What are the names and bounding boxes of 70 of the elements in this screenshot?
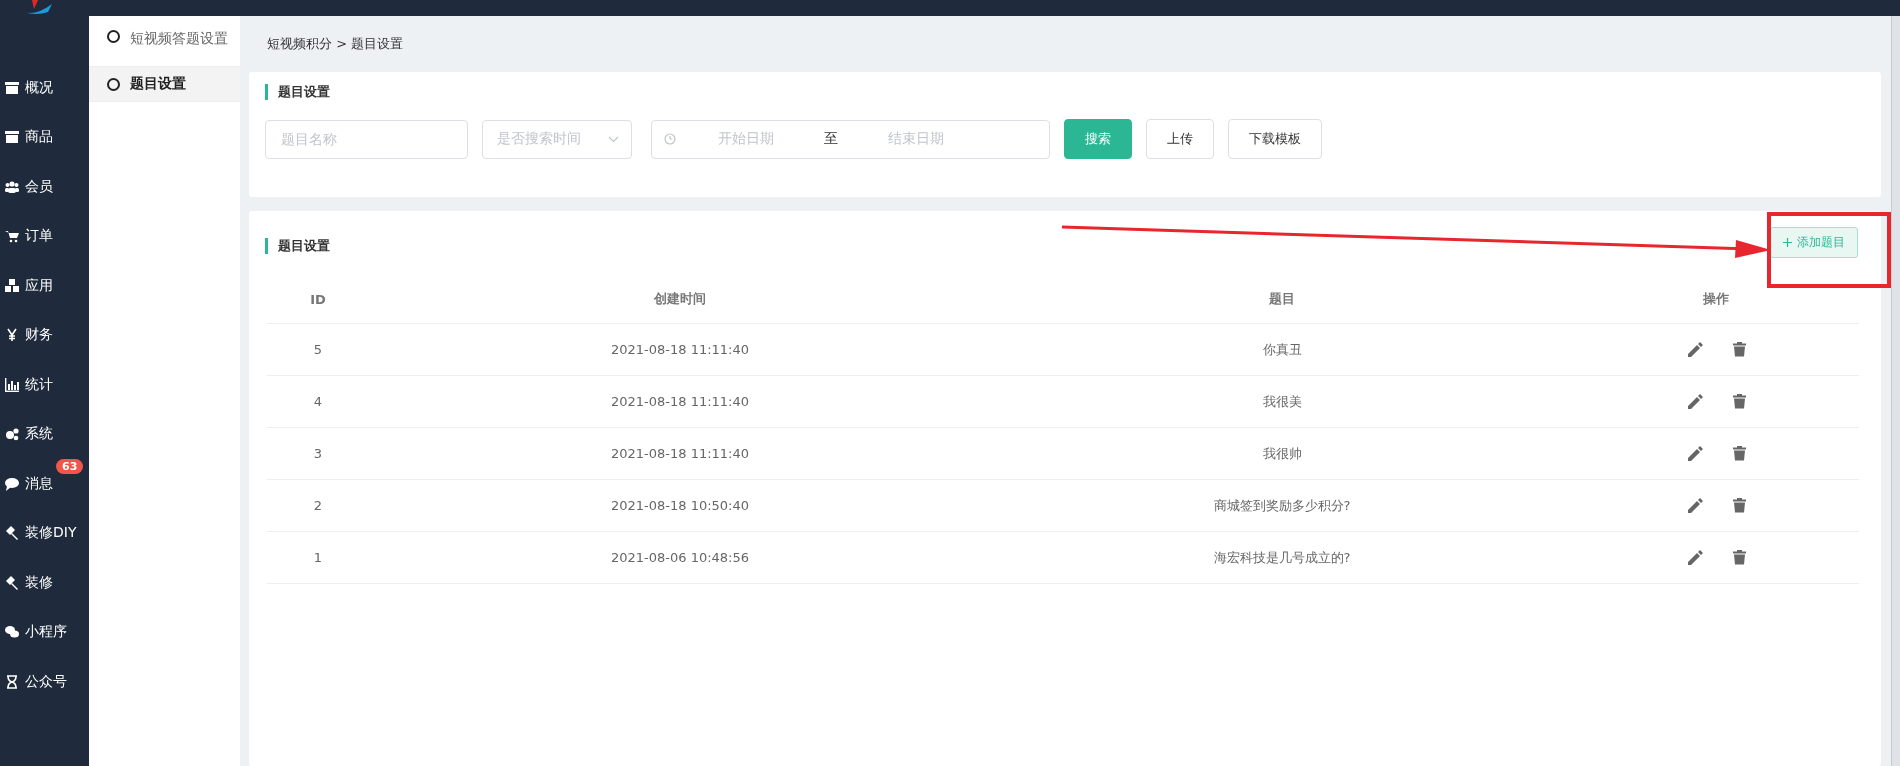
wechat-icon <box>5 625 19 640</box>
chart-icon <box>5 377 19 392</box>
edit-icon[interactable] <box>1686 341 1703 358</box>
circle-icon <box>107 30 120 43</box>
table-cell: 3 <box>313 446 323 461</box>
nav-item[interactable]: 消息 63 <box>0 459 89 509</box>
column-header: 创建时间 <box>654 291 706 306</box>
nav-item[interactable]: 系统 <box>0 409 89 459</box>
submenu-item[interactable]: 题目设置 <box>89 66 240 102</box>
circle-icon <box>107 77 120 91</box>
action-button[interactable]: 上传 <box>1146 119 1214 159</box>
action-button[interactable]: 下载模板 <box>1228 119 1322 159</box>
column-header: ID <box>310 291 326 307</box>
table-cell: 你真丑 <box>1262 341 1302 357</box>
nav-item[interactable]: 统计 <box>0 360 89 410</box>
table-cell: 海宏科技是几号成立的? <box>1213 549 1351 565</box>
hammer-icon <box>5 575 19 590</box>
nav-item[interactable]: 装修DIY <box>0 508 89 558</box>
edit-icon[interactable] <box>1686 393 1703 410</box>
nav-item[interactable]: 应用 <box>0 261 89 311</box>
table-cell: 1 <box>313 550 323 565</box>
clock-icon <box>664 133 676 145</box>
comment-icon <box>5 476 19 491</box>
section-title: 题目设置 <box>265 84 1865 100</box>
nav-item[interactable]: 财务 <box>0 310 89 360</box>
column-header: 题目 <box>1269 291 1295 306</box>
table-cell: 2021-08-18 11:11:40 <box>610 446 750 461</box>
nav-item[interactable]: 装修 <box>0 558 89 608</box>
table-cell: 2021-08-18 11:11:40 <box>610 342 750 357</box>
edit-icon[interactable] <box>1686 497 1703 514</box>
table-cell: 商城签到奖励多少积分? <box>1213 497 1351 513</box>
delete-icon[interactable] <box>1732 394 1746 409</box>
box-icon <box>5 80 19 95</box>
cubes-icon <box>5 278 19 293</box>
column-header: 操作 <box>1703 291 1729 306</box>
table-cell: 2021-08-18 10:50:40 <box>610 498 750 513</box>
users-icon <box>5 179 19 194</box>
table-cell: 我很帅 <box>1262 445 1302 461</box>
count-badge: 63 <box>56 459 84 474</box>
plus-icon <box>1783 237 1792 247</box>
nav-item[interactable]: 商品 <box>0 112 89 162</box>
delete-icon[interactable] <box>1732 498 1746 513</box>
hourglass-icon <box>5 674 19 689</box>
table-cell: 2021-08-18 11:11:40 <box>610 394 750 409</box>
gears-icon <box>5 427 19 442</box>
yen-icon <box>5 328 19 343</box>
table-cell: 5 <box>313 342 323 357</box>
date-range-field[interactable]: 开始日期 至 结束日期 <box>651 119 1050 159</box>
edit-icon[interactable] <box>1686 445 1703 462</box>
nav-item[interactable]: 订单 <box>0 211 89 261</box>
delete-icon[interactable] <box>1732 446 1746 461</box>
nav-item[interactable]: 小程序 <box>0 607 89 657</box>
submenu-item[interactable]: 短视频答题设置 <box>89 16 240 66</box>
nav-item[interactable]: 公众号 <box>0 657 89 707</box>
table-cell: 我很美 <box>1262 393 1302 409</box>
delete-icon[interactable] <box>1732 342 1746 357</box>
section-title: 题目设置 <box>265 238 330 254</box>
table-cell: 2021-08-06 10:48:56 <box>610 550 750 565</box>
breadcrumb: 短视频积分 > 题目设置 <box>266 35 405 53</box>
question-name-field[interactable]: 题目名称 <box>265 119 468 159</box>
table-cell: 4 <box>313 394 323 409</box>
table-cell: 2 <box>313 498 323 513</box>
chevron-down-icon <box>608 135 619 143</box>
nav-item[interactable]: 会员 <box>0 162 89 212</box>
delete-icon[interactable] <box>1732 550 1746 565</box>
nav-item[interactable]: 概况 <box>0 63 89 113</box>
hammer-icon <box>5 526 19 541</box>
box-icon <box>5 130 19 145</box>
edit-icon[interactable] <box>1686 549 1703 566</box>
cart-icon <box>5 229 19 244</box>
